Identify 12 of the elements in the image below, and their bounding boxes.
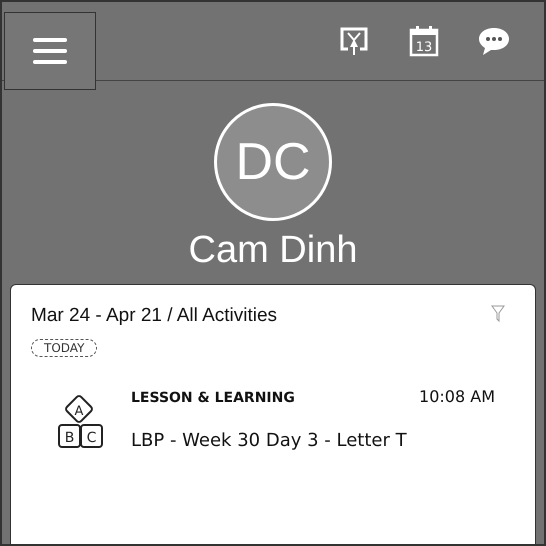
- activity-time: 10:08 AM: [419, 387, 495, 406]
- check-in-icon: [338, 25, 370, 57]
- avatar-initials: DC: [214, 103, 332, 221]
- menu-icon: [33, 37, 67, 65]
- child-name: Cam Dinh: [188, 229, 358, 272]
- day-label: TODAY: [31, 339, 98, 357]
- menu-button[interactable]: [4, 12, 96, 90]
- activity-category: LESSON & LEARNING: [131, 390, 295, 406]
- chat-bubble-icon: [477, 26, 511, 56]
- activity-description: LBP - Week 30 Day 3 - Letter T: [131, 430, 408, 451]
- filter-icon[interactable]: [491, 305, 505, 323]
- date-range-title: Mar 24 - Apr 21 / All Activities: [31, 305, 278, 327]
